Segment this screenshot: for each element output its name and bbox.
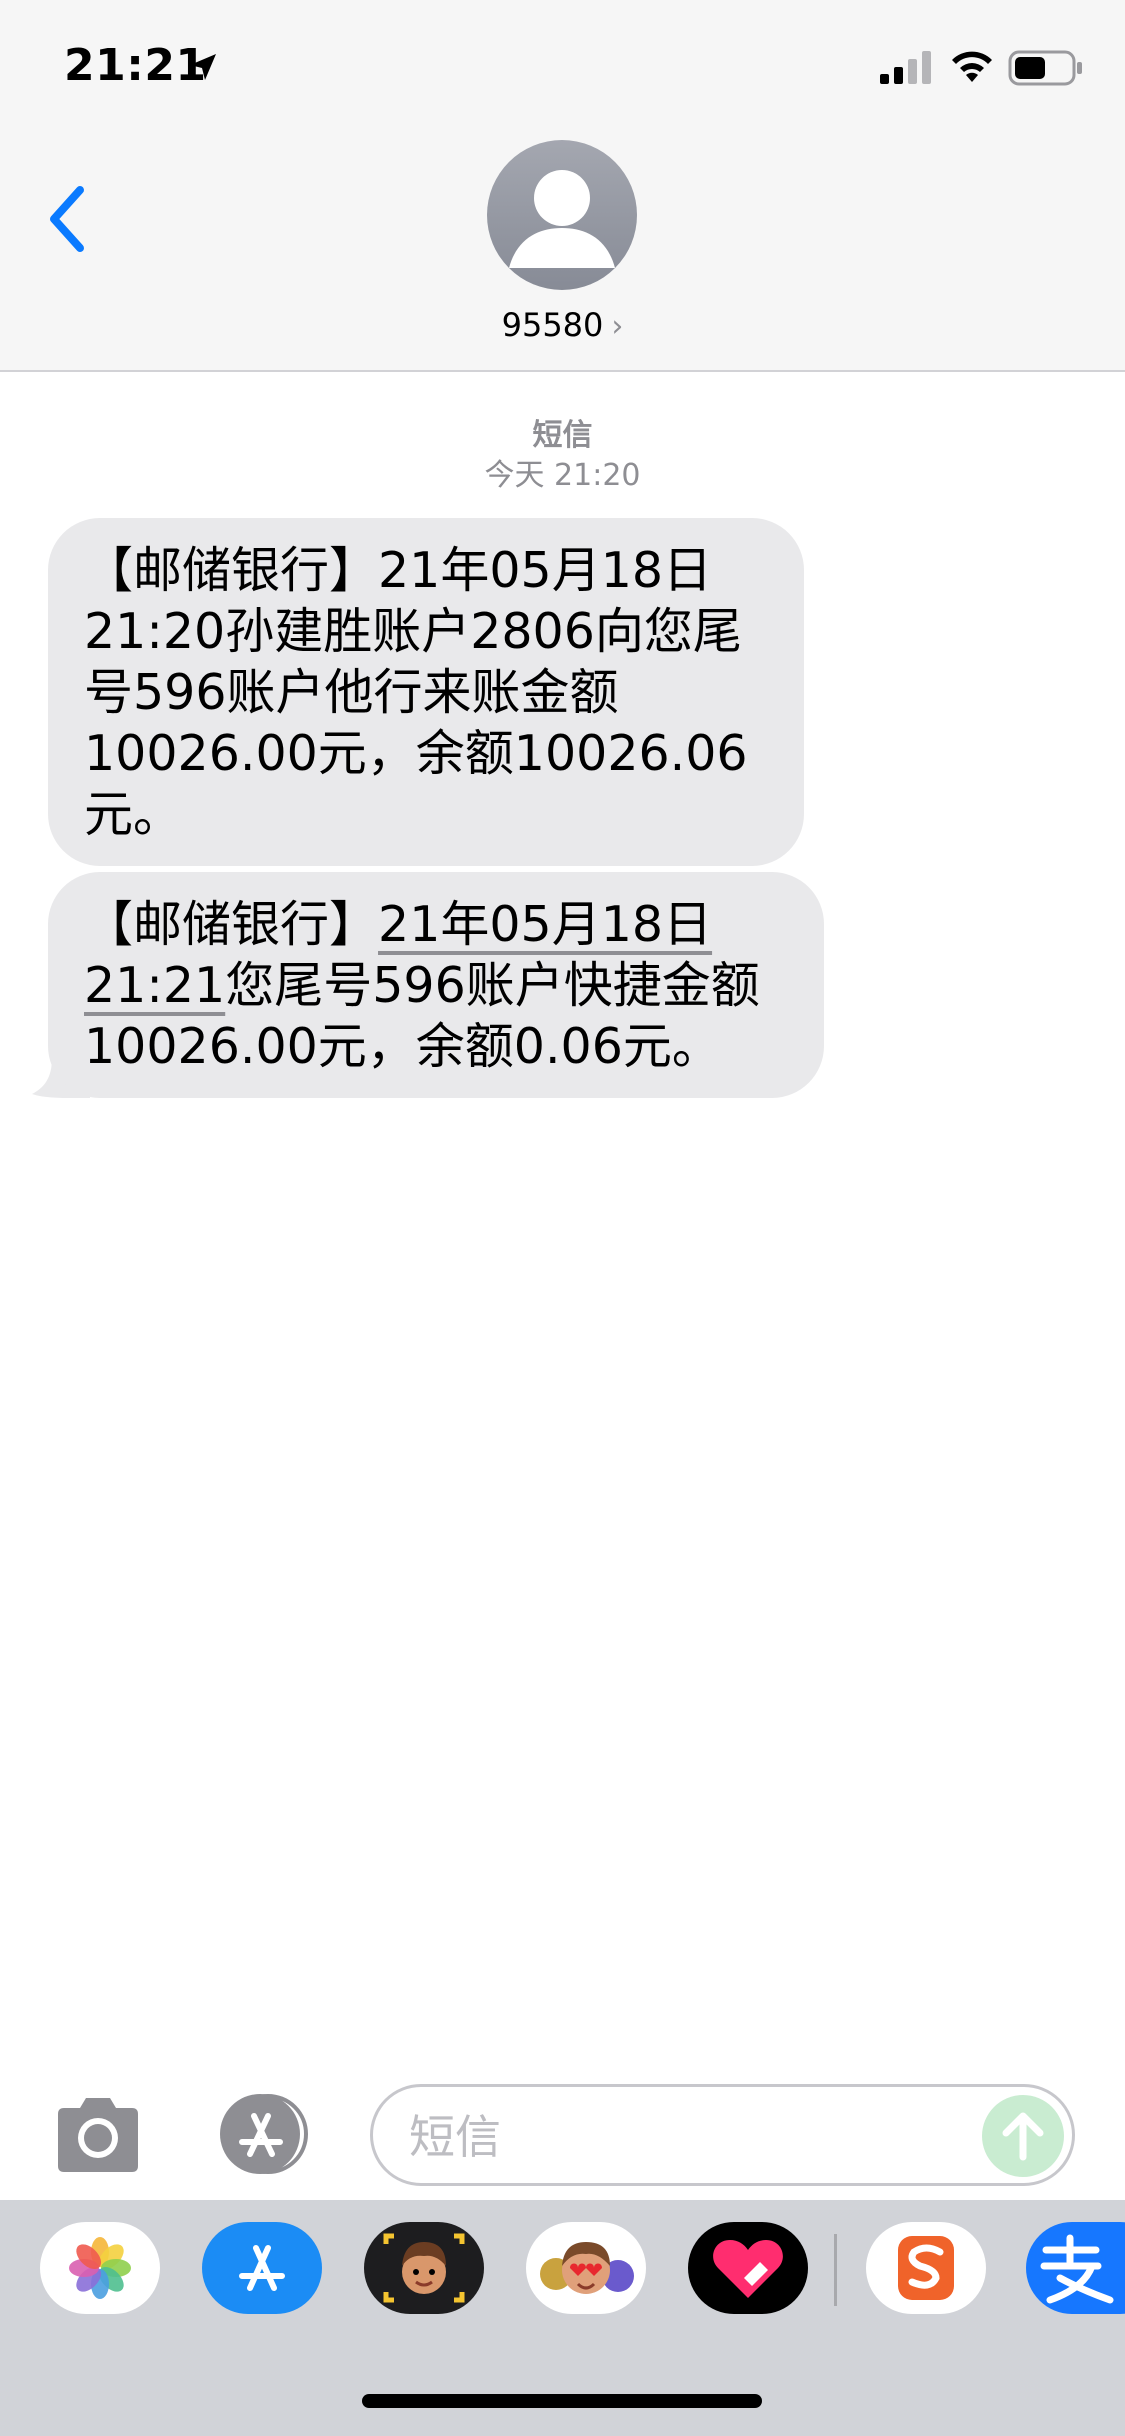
- camera-icon[interactable]: [50, 2094, 146, 2174]
- chevron-right-icon: ›: [611, 309, 624, 344]
- date-label: 今天 21:20: [484, 458, 641, 493]
- battery-icon: [1008, 50, 1082, 86]
- message-bubble[interactable]: 【邮储银行】21年05月18日 21:20孙建胜账户2806向您尾 号596账户…: [48, 518, 804, 866]
- app-store-icon[interactable]: [210, 2092, 318, 2176]
- contact-name-button[interactable]: 95580 ›: [0, 306, 1125, 344]
- message-text: 【邮储银行】21年05月18日 21:21您尾号596账户快捷金额 10026.…: [84, 872, 824, 1077]
- alipay-icon[interactable]: [1026, 2222, 1125, 2314]
- conversation-header: 95580 ›: [0, 130, 1125, 372]
- animoji-icon[interactable]: [526, 2222, 646, 2314]
- status-bar: 21:21: [0, 0, 1125, 130]
- location-arrow-icon: [190, 54, 216, 80]
- sogou-icon[interactable]: [866, 2222, 986, 2314]
- home-indicator[interactable]: [362, 2394, 762, 2408]
- send-arrow-icon[interactable]: [982, 2095, 1064, 2177]
- message-input-field[interactable]: [370, 2084, 1075, 2186]
- signal-icon: [880, 51, 931, 84]
- app-store-drawer-icon[interactable]: [202, 2222, 322, 2314]
- message-text: 【邮储银行】21年05月18日 21:20孙建胜账户2806向您尾 号596账户…: [84, 542, 748, 843]
- wifi-icon: [952, 51, 992, 82]
- message-bubble[interactable]: 【邮储银行】21年05月18日 21:21您尾号596账户快捷金额 10026.…: [48, 872, 824, 1098]
- date-link[interactable]: 21年05月18日: [378, 896, 712, 953]
- contact-avatar-icon[interactable]: [487, 140, 637, 290]
- contact-name: 95580: [501, 306, 604, 344]
- back-chevron-icon[interactable]: [40, 174, 100, 264]
- message-input[interactable]: [409, 2109, 969, 2165]
- time-link[interactable]: 21:21: [84, 957, 225, 1014]
- message-prefix: 【邮储银行】: [84, 896, 379, 953]
- memoji-icon[interactable]: [364, 2222, 484, 2314]
- service-label: 短信: [532, 418, 593, 453]
- drawer-divider: [834, 2234, 837, 2306]
- digital-touch-icon[interactable]: [688, 2222, 808, 2314]
- photos-app-icon[interactable]: [40, 2222, 160, 2314]
